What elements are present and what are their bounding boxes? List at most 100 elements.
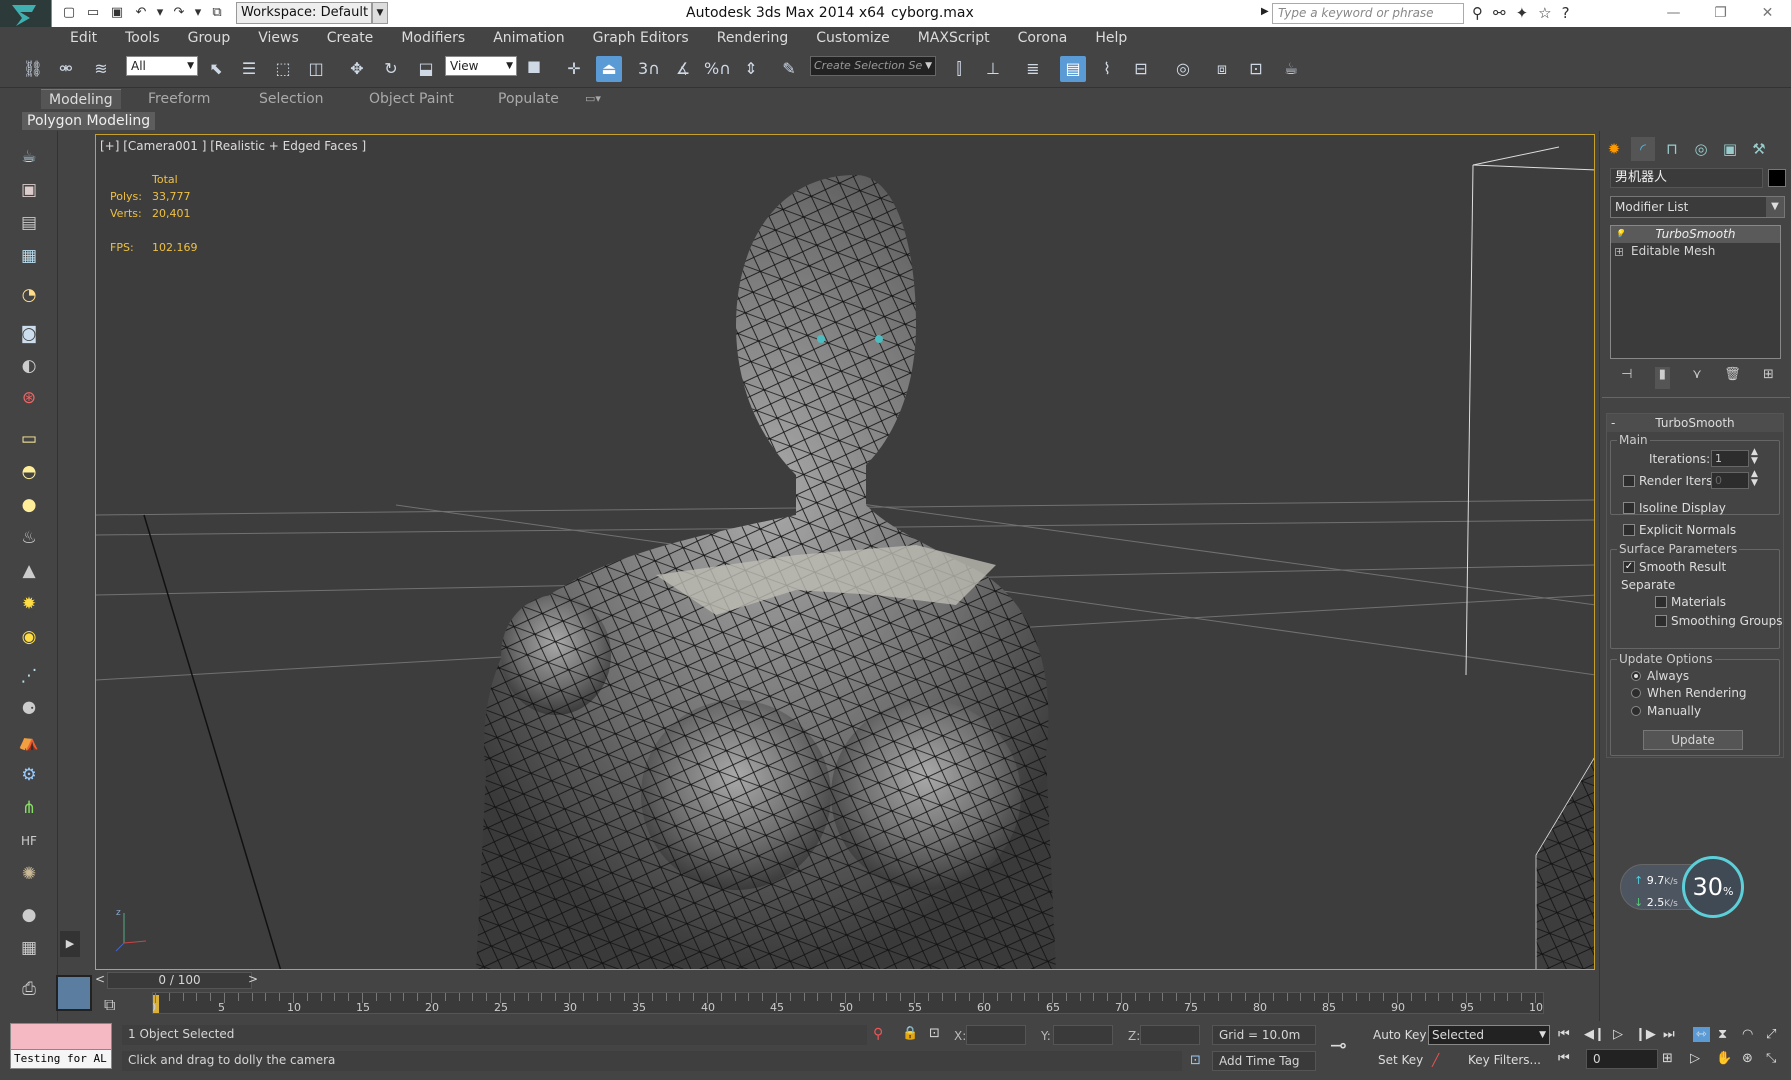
tab-selection[interactable]: Selection (259, 89, 324, 109)
angle-snap-icon[interactable]: ∡ (670, 56, 696, 82)
material-editor-icon[interactable]: ◎ (1170, 56, 1196, 82)
spinner-snap-icon[interactable]: ⇕ (738, 56, 764, 82)
network-speed-widget[interactable]: ↑ 9.7K/s ↓ 2.5K/s 30% (1620, 856, 1746, 918)
menu-item-maxscript[interactable]: MAXScript (904, 27, 1004, 50)
helper-icon[interactable]: ◐ (14, 353, 44, 379)
particles-icon[interactable]: ⋰ (14, 663, 44, 689)
search-input[interactable]: Type a keyword or phrase (1272, 3, 1464, 24)
zoom-extents-icon[interactable]: ⊞ (1662, 1051, 1673, 1066)
binoculars-icon[interactable]: ⚲ (1472, 4, 1483, 22)
reference-coordinate-dropdown[interactable]: View ▼ (445, 56, 517, 76)
new-file-icon[interactable]: ▢ (60, 4, 78, 22)
hierarchy-tab-icon[interactable]: ⊓ (1660, 137, 1684, 161)
calculator-icon[interactable]: ▦ (14, 935, 44, 961)
communication-center-icon[interactable]: ✦ (1516, 4, 1529, 22)
named-selection-sets-dropdown[interactable]: Create Selection Se ▼ (810, 56, 936, 76)
time-slider-next[interactable]: > (248, 972, 258, 986)
z-coordinate-field[interactable] (1140, 1025, 1200, 1045)
window-crossing-icon[interactable]: ◫ (303, 56, 329, 82)
menu-item-graph-editors[interactable]: Graph Editors (579, 27, 703, 50)
menu-item-help[interactable]: Help (1081, 27, 1141, 50)
render-teapot-icon[interactable]: ☕ (1278, 56, 1304, 82)
grass-icon[interactable]: ⋔ (14, 795, 44, 821)
spreadsheet-icon[interactable]: ▦ (14, 243, 44, 269)
rectangular-selection-icon[interactable]: ⬚ (270, 56, 296, 82)
add-time-tag-button[interactable]: Add Time Tag (1212, 1051, 1316, 1071)
viewport-label[interactable]: [+] [Camera001 ] [Realistic + Edged Face… (100, 139, 366, 153)
mirror-icon[interactable]: ⫿ (946, 56, 972, 82)
iterations-spinner[interactable]: 1 (1711, 450, 1749, 467)
spinner-arrows-icon[interactable]: ▲ ▼ (1751, 470, 1758, 488)
auto-key-button[interactable]: Auto Key (1373, 1025, 1426, 1045)
close-icon[interactable]: ✕ (1744, 0, 1791, 27)
time-slider-prev[interactable]: < (95, 972, 105, 986)
unlink-icon[interactable]: ⚮ (53, 56, 79, 82)
dolly-camera-icon[interactable]: ⊛ (1742, 1051, 1753, 1066)
isolate-selection-icon[interactable]: ⚲ (873, 1026, 883, 1042)
next-frame-icon[interactable]: ❙▶ (1635, 1027, 1656, 1042)
tab-object-paint[interactable]: Object Paint (369, 89, 454, 109)
print-icon[interactable]: ⎙ (14, 976, 44, 1002)
maximize-viewport-icon[interactable]: ⤢ (1766, 1027, 1776, 1042)
pan-icon[interactable]: ✋ (1716, 1051, 1732, 1066)
expand-toolbar-icon[interactable]: ▶ (60, 931, 80, 957)
modifier-list-dropdown[interactable]: Modifier List ▼ (1610, 196, 1785, 218)
edit-named-selection-icon[interactable]: ✎ (776, 56, 802, 82)
hair-fur-icon[interactable]: HF (14, 828, 44, 854)
key-mode-dropdown[interactable]: Selected ▼ (1428, 1025, 1550, 1045)
manually-radio[interactable] (1631, 706, 1641, 716)
explicit-normals-checkbox[interactable] (1623, 524, 1635, 536)
key-tangent-icon[interactable]: ╱ (1432, 1053, 1439, 1067)
display-tab-icon[interactable]: ▣ (1718, 137, 1742, 161)
teapot-icon[interactable]: ☕ (14, 144, 44, 170)
material-sphere-icon[interactable]: ● (14, 902, 44, 928)
field-of-view-icon[interactable]: ▷ (1690, 1051, 1700, 1066)
play-icon[interactable]: ▷ (1613, 1027, 1623, 1042)
rollout-title[interactable]: - TurboSmooth (1607, 414, 1783, 432)
render-iters-checkbox[interactable] (1623, 475, 1635, 487)
plane-icon[interactable]: ▭ (14, 426, 44, 452)
dynamics-icon[interactable]: ⚈ (14, 696, 44, 722)
ribbon-options-icon[interactable]: ▭▾ (585, 89, 601, 109)
keyboard-shortcut-override-icon[interactable]: ⏏ (596, 56, 622, 82)
render-setup-icon[interactable]: ⧈ (1209, 56, 1235, 82)
time-configuration-icon[interactable]: ⧗ (1718, 1027, 1727, 1042)
undo-dropdown-icon[interactable]: ▾ (156, 4, 164, 22)
menu-item-create[interactable]: Create (313, 27, 388, 50)
when-rendering-radio[interactable] (1631, 688, 1641, 698)
list-icon[interactable]: ▤ (14, 210, 44, 236)
workspace-dropdown[interactable]: Workspace: Default (236, 2, 372, 24)
sun-icon[interactable]: ✹ (14, 591, 44, 617)
selection-filter-dropdown[interactable]: All ▼ (126, 56, 198, 76)
remove-modifier-icon[interactable]: 🗑 (1724, 367, 1741, 389)
align-icon[interactable]: ⊥ (980, 56, 1006, 82)
redo-dropdown-icon[interactable]: ▾ (194, 4, 202, 22)
select-object-icon[interactable]: ⬉ (203, 56, 229, 82)
smoothing-groups-checkbox[interactable] (1655, 615, 1667, 627)
gear-icon[interactable]: ⚙ (14, 762, 44, 788)
key-mode-toggle-icon[interactable]: ⇿ (1693, 1027, 1710, 1042)
tab-freeform[interactable]: Freeform (148, 89, 210, 109)
go-to-start-icon[interactable]: ⏮ (1558, 1027, 1570, 1042)
menu-item-customize[interactable]: Customize (802, 27, 904, 50)
sphere-icon[interactable]: ● (14, 492, 44, 518)
update-button[interactable]: Update (1643, 730, 1743, 750)
teapot-primitive-icon[interactable]: ♨ (14, 525, 44, 551)
spinner-arrows-icon[interactable]: ▲ ▼ (1751, 448, 1758, 466)
hemisphere-icon[interactable]: ◓ (14, 459, 44, 485)
motion-tab-icon[interactable]: ◎ (1689, 137, 1713, 161)
cloth-icon[interactable]: ⛺ (14, 729, 44, 755)
select-by-name-icon[interactable]: ☰ (236, 56, 262, 82)
camera-icon[interactable]: ◙ (14, 321, 44, 347)
menu-item-edit[interactable]: Edit (56, 27, 111, 50)
menu-item-corona[interactable]: Corona (1004, 27, 1082, 50)
menu-item-rendering[interactable]: Rendering (703, 27, 803, 50)
sky-icon[interactable]: ◉ (14, 624, 44, 650)
configure-modifier-sets-icon[interactable]: ⊞ (1763, 367, 1774, 389)
menu-item-group[interactable]: Group (174, 27, 245, 50)
favorites-star-icon[interactable]: ☆ (1538, 4, 1551, 22)
create-tab-icon[interactable]: ✹ (1602, 137, 1626, 161)
key-filters-button[interactable]: Key Filters... (1468, 1050, 1541, 1070)
set-key-icon[interactable]: ⊸ (1330, 1033, 1347, 1057)
go-to-end-icon[interactable]: ⏭ (1663, 1027, 1675, 1042)
